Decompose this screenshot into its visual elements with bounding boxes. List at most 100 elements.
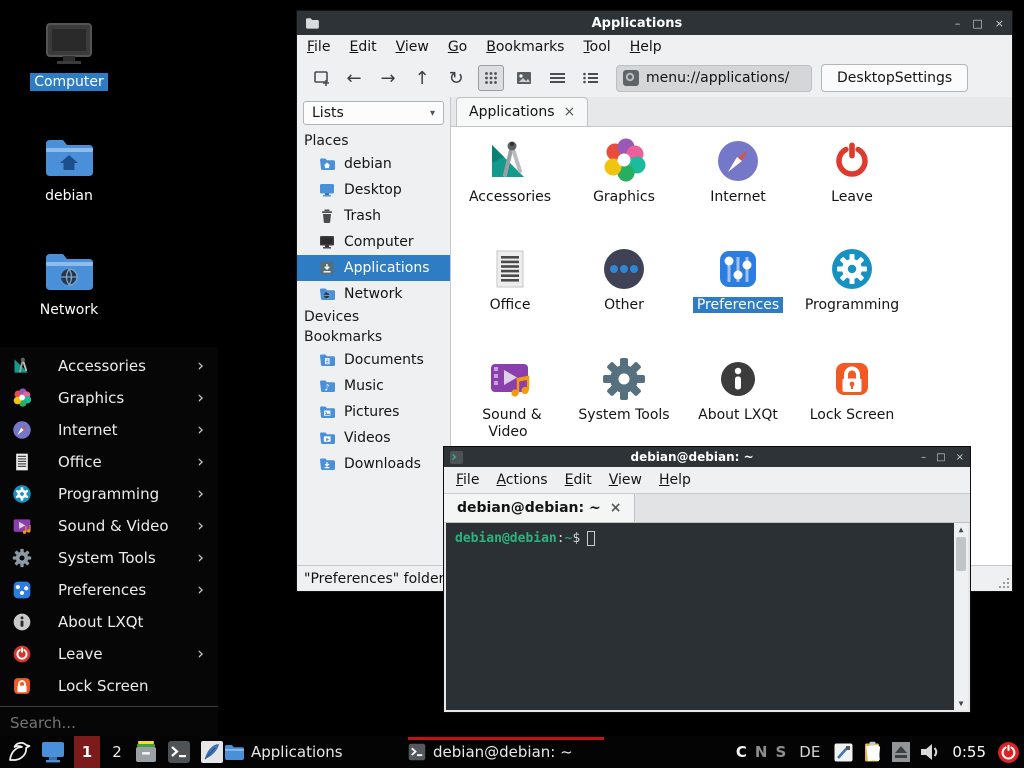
app-preferences[interactable]: Preferences: [683, 245, 793, 314]
desktop-icon-network[interactable]: Network: [19, 250, 119, 319]
new-tab-icon[interactable]: [309, 65, 335, 91]
fm-menu-file[interactable]: File: [307, 39, 330, 55]
terminal-titlebar[interactable]: debian@debian: ~ – □ ×: [444, 447, 970, 467]
sidebar-item-downloads[interactable]: Downloads: [297, 451, 450, 477]
scroll-up-icon[interactable]: ▲: [959, 523, 964, 536]
terminal-launcher[interactable]: [167, 740, 191, 764]
thumbnail-view-button[interactable]: [511, 65, 537, 91]
scroll-down-icon[interactable]: ▼: [959, 697, 964, 710]
sidebar-item-videos[interactable]: Videos: [297, 425, 450, 451]
menu-item-accessories[interactable]: Accessories ›: [0, 350, 218, 382]
task-button-terminal[interactable]: debian@debian: ~: [408, 736, 604, 768]
terminal-screen[interactable]: debian@debian:~$ ▲ ▼: [446, 523, 968, 710]
terminal-menu-actions[interactable]: Actions: [496, 472, 547, 488]
scroll-lock-indicator[interactable]: S: [775, 743, 786, 761]
desktop-settings-button[interactable]: DesktopSettings: [821, 64, 968, 92]
terminal-menu-view[interactable]: View: [609, 472, 642, 488]
terminal-scrollbar[interactable]: ▲ ▼: [954, 523, 968, 710]
app-graphics[interactable]: Graphics: [569, 137, 679, 206]
compact-view-button[interactable]: [577, 65, 603, 91]
sidebar-item-documents[interactable]: Documents: [297, 347, 450, 373]
removable-media-tray-icon[interactable]: [891, 741, 911, 763]
menu-item-office[interactable]: Office ›: [0, 446, 218, 478]
fm-close-button[interactable]: ×: [995, 17, 1004, 30]
sidebar-mode-combo[interactable]: Lists ▾: [303, 101, 444, 125]
terminal-menu-file[interactable]: File: [456, 472, 479, 488]
volume-icon[interactable]: [919, 741, 941, 763]
sidebar-item-computer[interactable]: Computer: [297, 229, 450, 255]
icon-view-button[interactable]: [478, 65, 504, 91]
menu-item-sound-video[interactable]: Sound & Video ›: [0, 510, 218, 542]
fm-minimize-button[interactable]: –: [955, 17, 961, 30]
show-desktop-button[interactable]: [41, 741, 65, 763]
menu-item-leave[interactable]: Leave ›: [0, 638, 218, 670]
clock[interactable]: 0:55: [952, 743, 986, 761]
fm-menu-edit[interactable]: Edit: [349, 39, 376, 55]
detailed-list-view-button[interactable]: [544, 65, 570, 91]
terminal-maximize-button[interactable]: □: [936, 452, 945, 463]
menu-search-row[interactable]: [0, 706, 218, 740]
app-office[interactable]: Office: [455, 245, 565, 314]
fm-maximize-button[interactable]: □: [972, 17, 982, 30]
fm-status-text: "Preferences" folder: [304, 571, 444, 587]
forward-icon[interactable]: →: [376, 68, 400, 89]
sidebar-item-applications[interactable]: Applications: [297, 255, 450, 281]
address-bar[interactable]: menu://applications/: [616, 65, 812, 92]
fm-menu-help[interactable]: Help: [630, 39, 662, 55]
fm-menu-tool[interactable]: Tool: [583, 39, 610, 55]
app-system-tools[interactable]: System Tools: [569, 355, 679, 424]
tab-applications[interactable]: Applications ×: [456, 97, 588, 126]
menu-item-lock-screen[interactable]: Lock Screen: [0, 670, 218, 702]
terminal-menu-edit[interactable]: Edit: [565, 472, 592, 488]
num-lock-indicator[interactable]: N: [755, 743, 768, 761]
power-button[interactable]: [997, 741, 1020, 764]
caps-lock-indicator[interactable]: C: [736, 743, 747, 761]
fm-menu-go[interactable]: Go: [448, 39, 467, 55]
workspace-1-button[interactable]: 1: [74, 736, 100, 768]
desktop-icon-debian[interactable]: debian: [19, 136, 119, 205]
app-sound-video[interactable]: Sound & Video: [455, 355, 565, 441]
menu-item-programming[interactable]: Programming ›: [0, 478, 218, 510]
workspace-2-button[interactable]: 2: [109, 736, 125, 768]
app-programming[interactable]: Programming: [797, 245, 907, 314]
tab-close-icon[interactable]: ×: [610, 500, 622, 516]
menu-item-preferences[interactable]: Preferences ›: [0, 574, 218, 606]
screenshot-tray-icon[interactable]: [833, 742, 854, 763]
app-accessories[interactable]: Accessories: [455, 137, 565, 206]
text-editor-launcher[interactable]: [200, 740, 224, 764]
file-manager-launcher[interactable]: [134, 740, 158, 764]
clipboard-tray-icon[interactable]: [862, 741, 883, 763]
back-icon[interactable]: ←: [342, 68, 366, 89]
app-lock-screen[interactable]: Lock Screen: [797, 355, 907, 424]
fm-menu-bookmarks[interactable]: Bookmarks: [486, 39, 564, 55]
app-about-lxqt[interactable]: About LXQt: [683, 355, 793, 424]
tab-close-icon[interactable]: ×: [564, 104, 576, 120]
fm-menu-view[interactable]: View: [396, 39, 429, 55]
menu-item-system-tools[interactable]: System Tools ›: [0, 542, 218, 574]
terminal-menu-help[interactable]: Help: [659, 472, 691, 488]
fm-titlebar[interactable]: Applications – □ ×: [297, 11, 1012, 35]
up-icon[interactable]: ↑: [410, 68, 434, 89]
sidebar-item-network[interactable]: Network: [297, 281, 450, 307]
task-button-applications[interactable]: Applications: [224, 736, 343, 768]
menu-item-about-lxqt[interactable]: About LXQt: [0, 606, 218, 638]
terminal-close-button[interactable]: ×: [956, 452, 964, 463]
sidebar-item-trash[interactable]: Trash: [297, 203, 450, 229]
sidebar-item-music[interactable]: ♪ Music: [297, 373, 450, 399]
terminal-tab[interactable]: debian@debian: ~ ×: [444, 494, 635, 522]
sidebar-item-desktop[interactable]: Desktop: [297, 177, 450, 203]
desktop-icon-computer[interactable]: Computer: [19, 22, 119, 91]
keyboard-layout-indicator[interactable]: DE: [799, 743, 820, 761]
menu-item-graphics[interactable]: Graphics ›: [0, 382, 218, 414]
sidebar-item-pictures[interactable]: Pictures: [297, 399, 450, 425]
app-internet[interactable]: Internet: [683, 137, 793, 206]
main-menu-button[interactable]: [6, 739, 32, 765]
resize-grip[interactable]: [1007, 586, 1009, 588]
app-leave[interactable]: Leave: [797, 137, 907, 206]
terminal-minimize-button[interactable]: –: [921, 452, 926, 463]
app-other[interactable]: Other: [569, 245, 679, 314]
menu-item-internet[interactable]: Internet ›: [0, 414, 218, 446]
scrollbar-thumb[interactable]: [956, 537, 966, 571]
reload-icon[interactable]: ↻: [444, 68, 468, 89]
sidebar-item-debian[interactable]: debian: [297, 151, 450, 177]
